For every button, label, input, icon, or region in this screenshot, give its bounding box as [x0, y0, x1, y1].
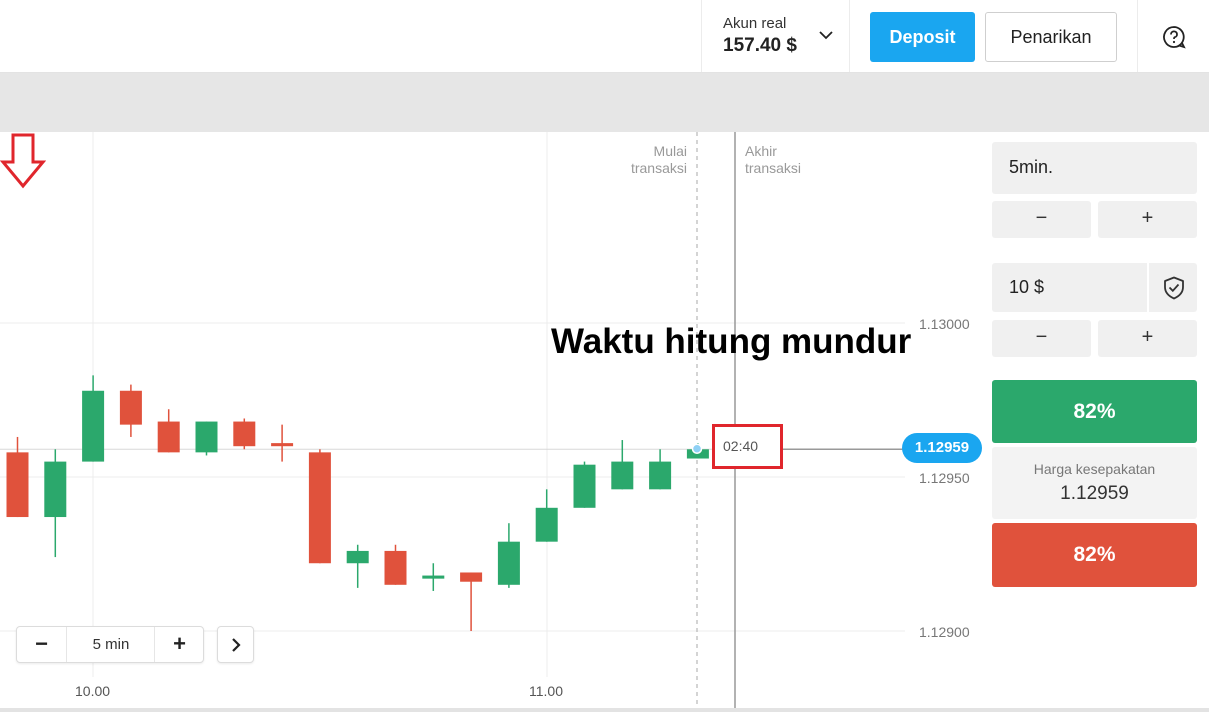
candle-body-down	[157, 421, 180, 453]
candle-body-up	[82, 390, 105, 462]
account-type-label: Akun real	[723, 15, 787, 32]
duration-field[interactable]: 5min.	[992, 142, 1197, 194]
arrow-down-icon	[0, 133, 46, 189]
insurance-toggle[interactable]	[1147, 263, 1197, 312]
y-tick-label: 1.12900	[919, 624, 970, 640]
duration-plus-button[interactable]: +	[1098, 201, 1197, 238]
trade-end-label: Akhir transaksi	[745, 143, 835, 177]
scroll-right-button[interactable]	[217, 626, 254, 663]
duration-minus-button[interactable]: −	[992, 201, 1091, 238]
candle-body-down	[119, 390, 142, 425]
trade-end-label-line1: Akhir	[745, 143, 777, 159]
top-bar: Akun real 157.40 $ Deposit Penarikan	[0, 0, 1209, 73]
put-button[interactable]: 82%	[992, 523, 1197, 587]
x-tick-label: 11.00	[529, 683, 563, 699]
strike-price-value: 1.12959	[1060, 483, 1129, 504]
bottom-border	[0, 708, 1209, 712]
zoom-out-button[interactable]: −	[17, 627, 67, 662]
candle-body-down	[6, 452, 29, 518]
amount-minus-button[interactable]: −	[992, 320, 1091, 357]
candle-body-up	[611, 461, 634, 490]
zoom-in-button[interactable]: +	[154, 627, 204, 662]
candle-body-down	[308, 452, 331, 564]
duration-value: 5min.	[1009, 157, 1054, 177]
candle-body-up	[497, 541, 520, 585]
countdown-value: 02:40	[723, 438, 759, 454]
help-button[interactable]	[1137, 0, 1209, 72]
amount-field[interactable]: 10 $	[992, 263, 1147, 312]
strike-price-box: Harga kesepakatan 1.12959	[992, 447, 1197, 519]
call-button[interactable]: 82%	[992, 380, 1197, 443]
y-tick-label: 1.12950	[919, 470, 970, 486]
candle-body-up	[649, 461, 672, 490]
current-price-tag: 1.12959	[902, 433, 982, 463]
countdown-timer: 02:40	[712, 424, 783, 469]
candle-body-up	[44, 461, 67, 518]
price-chart[interactable]: Mulai transaksi Akhir transaksi 1.13000 …	[0, 132, 990, 712]
candle-body-up	[195, 421, 218, 453]
trade-panel: 5min. − + 10 $ − + 82% Harga kesepakatan…	[990, 132, 1209, 712]
candle-body-down	[233, 421, 256, 447]
candle-body-up	[422, 575, 445, 579]
x-tick-label: 10.00	[75, 683, 111, 699]
candle-body-down	[271, 443, 294, 447]
amount-plus-button[interactable]: +	[1098, 320, 1197, 357]
candle-body-up	[535, 507, 558, 542]
chevron-down-icon[interactable]	[819, 28, 833, 42]
chevron-right-icon	[232, 638, 241, 652]
annotation-title: Waktu hitung mundur	[551, 322, 912, 361]
trade-start-label-line1: Mulai	[653, 143, 687, 159]
deposit-button[interactable]: Deposit	[870, 12, 975, 62]
trade-end-label-line2: transaksi	[745, 160, 802, 176]
candle-body-up	[346, 550, 369, 564]
candle-body-down	[460, 572, 483, 582]
candle-body-up	[573, 464, 596, 508]
account-selector[interactable]: Akun real 157.40 $	[701, 0, 850, 72]
current-price-dot	[691, 443, 703, 455]
account-balance: 157.40 $	[723, 35, 797, 56]
chart-canvas	[0, 132, 905, 712]
candle-body-down	[384, 550, 407, 585]
asset-tabs-strip	[0, 73, 1209, 132]
trading-app: Akun real 157.40 $ Deposit Penarikan Mul…	[0, 0, 1209, 712]
zoom-control: − 5 min +	[16, 626, 204, 663]
trade-start-label: Mulai transaksi	[610, 143, 687, 177]
zoom-value: 5 min	[92, 636, 130, 653]
y-tick-label: 1.13000	[919, 316, 970, 332]
withdraw-button[interactable]: Penarikan	[985, 12, 1117, 62]
amount-value: 10 $	[1009, 277, 1045, 297]
trade-start-label-line2: transaksi	[630, 160, 687, 176]
strike-price-label: Harga kesepakatan	[1033, 461, 1156, 477]
help-icon	[1163, 26, 1186, 49]
shield-check-icon	[1164, 276, 1184, 300]
